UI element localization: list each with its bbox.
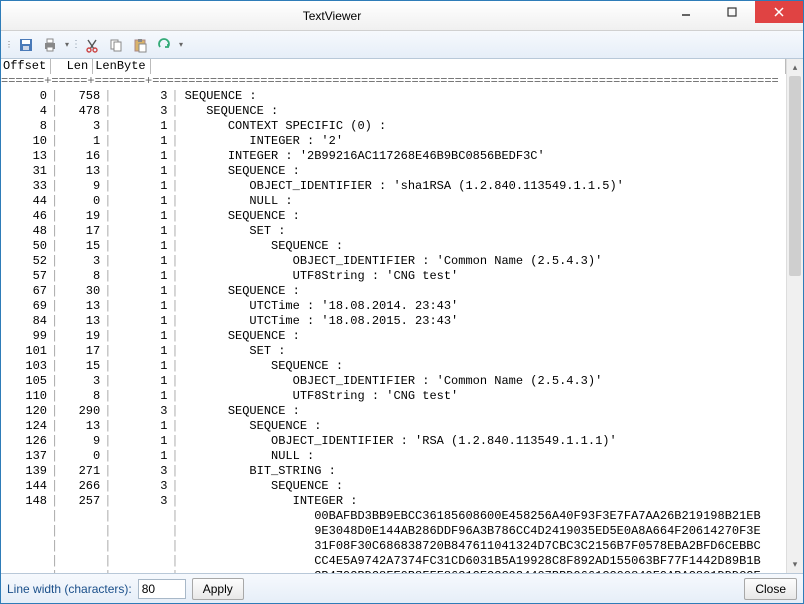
data-row: 0|758|3|SEQUENCE : xyxy=(1,89,786,104)
line-width-input[interactable] xyxy=(138,579,186,599)
scroll-thumb[interactable] xyxy=(789,76,801,276)
close-button[interactable] xyxy=(755,1,803,23)
data-row: ||| 00BAFBD3BB9EBCC36185608600E458256A40… xyxy=(1,509,786,524)
dropdown-icon[interactable]: ▾ xyxy=(63,40,71,49)
data-row: 148|257|3| INTEGER : xyxy=(1,494,786,509)
data-row: 110|8|1| UTF8String : 'CNG test' xyxy=(1,389,786,404)
close-button-footer[interactable]: Close xyxy=(744,578,797,600)
line-width-label: Line width (characters): xyxy=(7,582,132,596)
data-row: 31|13|1| SEQUENCE : xyxy=(1,164,786,179)
redo-icon[interactable] xyxy=(153,34,175,56)
data-row: 137|0|1| NULL : xyxy=(1,449,786,464)
data-row: 105|3|1| OBJECT_IDENTIFIER : 'Common Nam… xyxy=(1,374,786,389)
toolbar: ⋮ ▾ ⋮ ▾ xyxy=(1,31,803,59)
data-row: 103|15|1| SEQUENCE : xyxy=(1,359,786,374)
cut-icon[interactable] xyxy=(81,34,103,56)
data-row: 44|0|1| NULL : xyxy=(1,194,786,209)
data-row: 139|271|3| BIT_STRING : xyxy=(1,464,786,479)
text-content: OffsetLenLenByte======+=====+=======+===… xyxy=(1,59,786,573)
copy-icon[interactable] xyxy=(105,34,127,56)
data-row: 120|290|3| SEQUENCE : xyxy=(1,404,786,419)
data-row: 8|3|1| CONTEXT SPECIFIC (0) : xyxy=(1,119,786,134)
data-row: 46|19|1| SEQUENCE : xyxy=(1,209,786,224)
footer: Line width (characters): Apply Close xyxy=(1,573,803,603)
data-row: 67|30|1| SEQUENCE : xyxy=(1,284,786,299)
data-row: 48|17|1| SET : xyxy=(1,224,786,239)
data-row: 84|13|1| UTCTime : '18.08.2015. 23:43' xyxy=(1,314,786,329)
data-row: 33|9|1| OBJECT_IDENTIFIER : 'sha1RSA (1.… xyxy=(1,179,786,194)
data-row: 4|478|3| SEQUENCE : xyxy=(1,104,786,119)
data-row: ||| 31F08F30C686838720B847611041324D7CBC… xyxy=(1,539,786,554)
dropdown-icon[interactable]: ▾ xyxy=(177,40,185,49)
data-row: 144|266|3| SEQUENCE : xyxy=(1,479,786,494)
minimize-button[interactable] xyxy=(663,1,709,23)
data-row: ||| 9E3048D0E144AB286DDF96A3B786CC4D2419… xyxy=(1,524,786,539)
vertical-scrollbar[interactable]: ▴ ▾ xyxy=(786,59,803,573)
data-row: 10|1|1| INTEGER : '2' xyxy=(1,134,786,149)
titlebar: TextViewer xyxy=(1,1,803,31)
data-row: 69|13|1| UTCTime : '18.08.2014. 23:43' xyxy=(1,299,786,314)
print-icon[interactable] xyxy=(39,34,61,56)
data-row: ||| 3B4792BD28FE0B8FFF86312E23C934407BBD… xyxy=(1,569,786,573)
window-title: TextViewer xyxy=(1,9,663,23)
data-row: 13|16|1| INTEGER : '2B99216AC117268E46B9… xyxy=(1,149,786,164)
scroll-up-icon[interactable]: ▴ xyxy=(787,59,803,76)
separator-icon: ⋮ xyxy=(73,34,79,56)
data-row: 57|8|1| UTF8String : 'CNG test' xyxy=(1,269,786,284)
data-row: 124|13|1| SEQUENCE : xyxy=(1,419,786,434)
data-row: 126|9|1| OBJECT_IDENTIFIER : 'RSA (1.2.8… xyxy=(1,434,786,449)
data-row: 52|3|1| OBJECT_IDENTIFIER : 'Common Name… xyxy=(1,254,786,269)
apply-button[interactable]: Apply xyxy=(192,578,244,600)
data-row: ||| CC4E5A9742A7374FC31CD6031B5A19928C8F… xyxy=(1,554,786,569)
save-icon[interactable] xyxy=(15,34,37,56)
toolbar-grip-icon: ⋮ xyxy=(5,40,13,49)
maximize-button[interactable] xyxy=(709,1,755,23)
data-row: 50|15|1| SEQUENCE : xyxy=(1,239,786,254)
scroll-down-icon[interactable]: ▾ xyxy=(787,556,803,573)
paste-icon[interactable] xyxy=(129,34,151,56)
data-row: 99|19|1| SEQUENCE : xyxy=(1,329,786,344)
data-row: 101|17|1| SET : xyxy=(1,344,786,359)
